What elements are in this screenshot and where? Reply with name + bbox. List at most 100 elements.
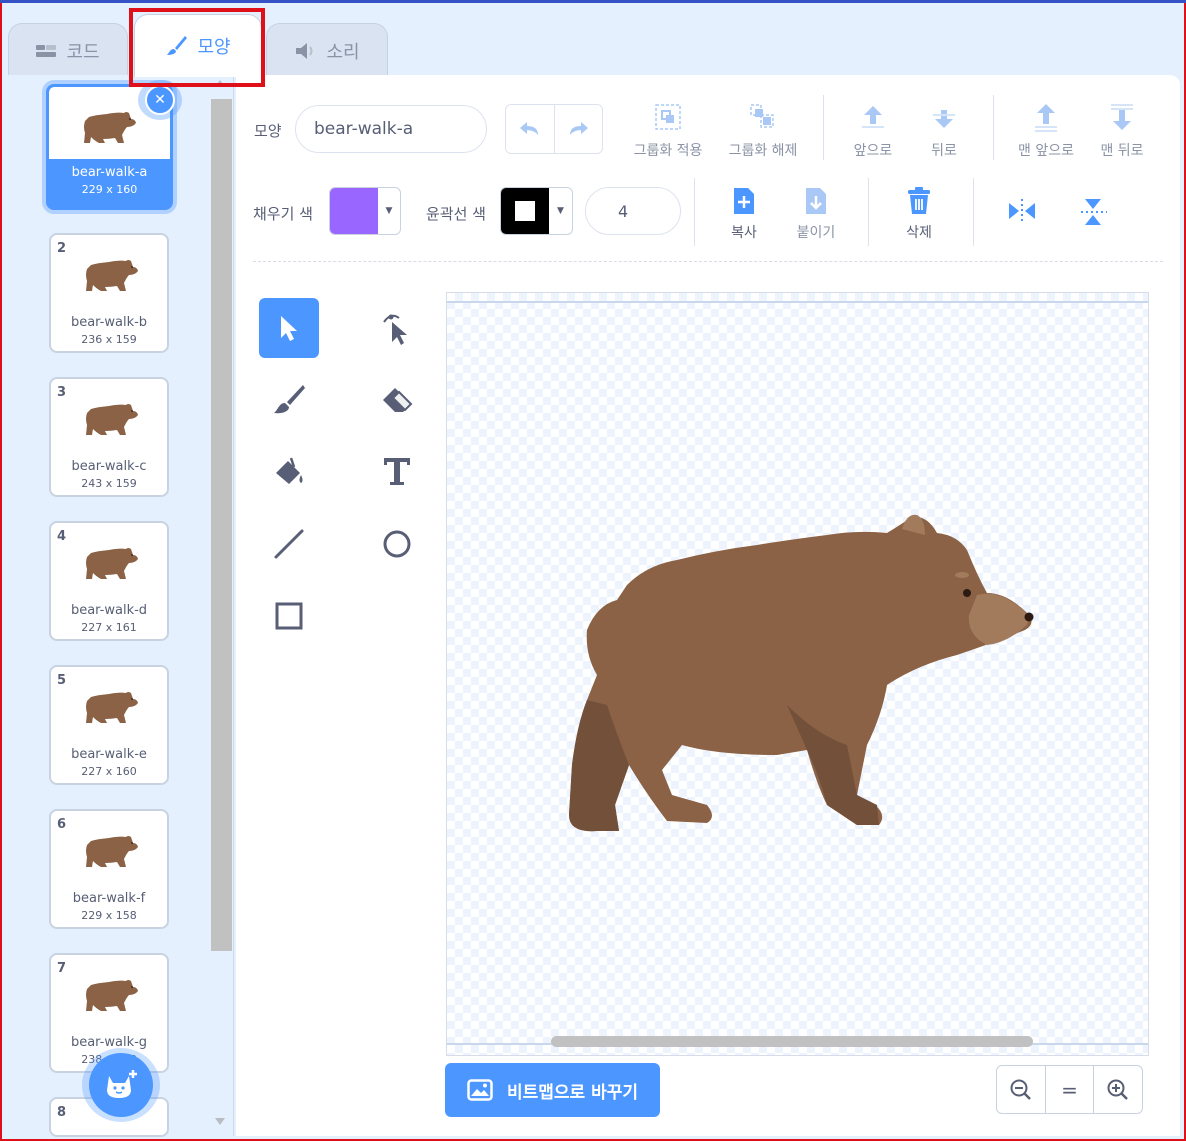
dropdown-arrow-icon: ▼ <box>557 206 564 216</box>
toolbar-separator <box>868 178 869 246</box>
tab-costumes-label: 모양 <box>197 37 231 58</box>
outline-color-label: 윤곽선 색 <box>426 205 486 223</box>
costume-number: 3 <box>57 385 67 400</box>
costume-number: 2 <box>57 241 67 256</box>
bear-drawing[interactable] <box>557 505 1037 835</box>
tab-sounds-label: 소리 <box>326 41 360 63</box>
costume-tile[interactable]: 3 bear-walk-c 243 x 159 <box>49 377 169 497</box>
flip-vertical-icon <box>1081 199 1107 225</box>
circle-icon <box>383 530 411 558</box>
costume-size: 227 x 160 <box>81 765 137 778</box>
backward-button[interactable]: 뒤로 <box>920 102 968 160</box>
tab-costumes[interactable]: 모양 <box>134 14 262 77</box>
drawing-canvas[interactable] <box>446 292 1149 1056</box>
redo-icon <box>570 122 589 135</box>
rectangle-tool[interactable] <box>259 586 319 646</box>
redo-button[interactable] <box>555 105 603 153</box>
paint-bucket-icon <box>276 457 303 484</box>
costume-name: bear-walk-b <box>70 315 148 330</box>
scroll-down-arrow[interactable] <box>215 1118 225 1125</box>
costume-name: bear-walk-g <box>70 1035 148 1050</box>
front-icon <box>1035 104 1057 132</box>
fill-color-swatch <box>330 188 378 234</box>
costume-thumbnail <box>81 831 141 871</box>
costume-thumbnail <box>81 687 141 727</box>
brush-tool[interactable] <box>259 370 319 430</box>
convert-to-bitmap-button[interactable]: 비트맵으로 바꾸기 <box>445 1063 660 1117</box>
ungroup-button[interactable]: 그룹화 해제 <box>722 102 804 160</box>
costume-name-input[interactable] <box>295 105 487 153</box>
scroll-up-arrow[interactable] <box>215 80 225 87</box>
flip-horizontal-button[interactable] <box>1004 196 1040 226</box>
delete-shape-button[interactable]: 삭제 <box>898 186 940 242</box>
select-tool[interactable] <box>259 298 319 358</box>
line-tool[interactable] <box>259 514 319 574</box>
costume-size: 229 x 160 <box>81 183 138 196</box>
stroke-width-input[interactable]: 4 <box>585 187 681 235</box>
costume-number: 4 <box>57 529 67 544</box>
close-icon: ✕ <box>154 92 166 108</box>
reshape-icon <box>383 314 407 345</box>
zoom-in-icon <box>1107 1079 1129 1100</box>
arrow-cursor-icon <box>281 316 297 341</box>
costume-name: bear-walk-d <box>70 603 148 618</box>
flip-vertical-button[interactable] <box>1076 196 1112 228</box>
fill-tool[interactable] <box>259 441 319 501</box>
brush-icon <box>274 385 305 414</box>
delete-label: 삭제 <box>906 225 932 241</box>
reshape-tool[interactable] <box>367 298 427 358</box>
costume-name: bear-walk-c <box>71 459 147 474</box>
group-button[interactable]: 그룹화 적용 <box>628 102 708 160</box>
toolbar-separator <box>993 95 994 160</box>
fill-color-label: 채우기 색 <box>253 205 313 223</box>
costume-size: 229 x 158 <box>81 909 137 922</box>
tab-code[interactable]: 코드 <box>8 23 128 77</box>
forward-button[interactable]: 앞으로 <box>845 102 901 160</box>
back-button[interactable]: 맨 뒤로 <box>1093 102 1151 160</box>
outline-color-picker[interactable]: ▼ <box>500 187 573 235</box>
add-costume-button[interactable] <box>82 1048 160 1122</box>
costume-number: 8 <box>57 1105 67 1120</box>
undo-icon <box>519 122 538 135</box>
zoom-reset-button[interactable]: = <box>1046 1066 1095 1113</box>
front-button[interactable]: 맨 앞으로 <box>1010 102 1082 160</box>
toolbar-separator <box>973 178 974 246</box>
trash-icon <box>908 187 930 214</box>
backward-icon <box>933 110 955 128</box>
copy-button[interactable]: 복사 <box>722 186 766 242</box>
costume-tile[interactable]: 4 bear-walk-d 227 x 161 <box>49 521 169 641</box>
forward-label: 앞으로 <box>853 143 893 159</box>
zoom-reset-label: = <box>1061 1077 1078 1102</box>
zoom-in-button[interactable] <box>1094 1066 1142 1113</box>
zoom-controls: = <box>996 1065 1143 1114</box>
costume-list-scrollbar[interactable] <box>211 99 232 951</box>
costume-tile[interactable]: 6 bear-walk-f 229 x 158 <box>49 809 169 929</box>
paste-button[interactable]: 붙이기 <box>792 186 840 242</box>
canvas-horizontal-scrollbar[interactable] <box>551 1036 1033 1047</box>
stroke-width-value: 4 <box>618 201 629 221</box>
paintbrush-icon <box>165 34 189 58</box>
costume-tile[interactable]: 2 bear-walk-b 236 x 159 <box>49 233 169 353</box>
fill-color-picker[interactable]: ▼ <box>329 187 401 235</box>
costume-number: 1 <box>55 93 65 108</box>
costume-size: 243 x 159 <box>81 477 137 490</box>
costume-name-label: 모양 <box>254 122 282 140</box>
eraser-tool[interactable] <box>367 370 427 430</box>
tab-code-label: 코드 <box>66 41 100 63</box>
delete-costume-button[interactable]: ✕ <box>138 80 182 120</box>
costume-number: 5 <box>57 673 67 688</box>
group-label: 그룹화 적용 <box>633 143 703 159</box>
costume-name: bear-walk-f <box>72 891 146 906</box>
text-tool[interactable] <box>367 441 427 501</box>
text-icon <box>384 458 410 485</box>
ungroup-icon <box>750 104 774 128</box>
costume-thumbnail <box>79 107 139 147</box>
circle-tool[interactable] <box>367 514 427 574</box>
tab-sounds[interactable]: 소리 <box>266 23 388 77</box>
costume-tile[interactable]: 5 bear-walk-e 227 x 160 <box>49 665 169 785</box>
image-icon <box>467 1079 493 1101</box>
costume-thumbnail <box>81 399 141 439</box>
undo-button[interactable] <box>506 105 555 153</box>
zoom-out-button[interactable] <box>997 1066 1046 1113</box>
costume-number: 7 <box>57 961 67 976</box>
